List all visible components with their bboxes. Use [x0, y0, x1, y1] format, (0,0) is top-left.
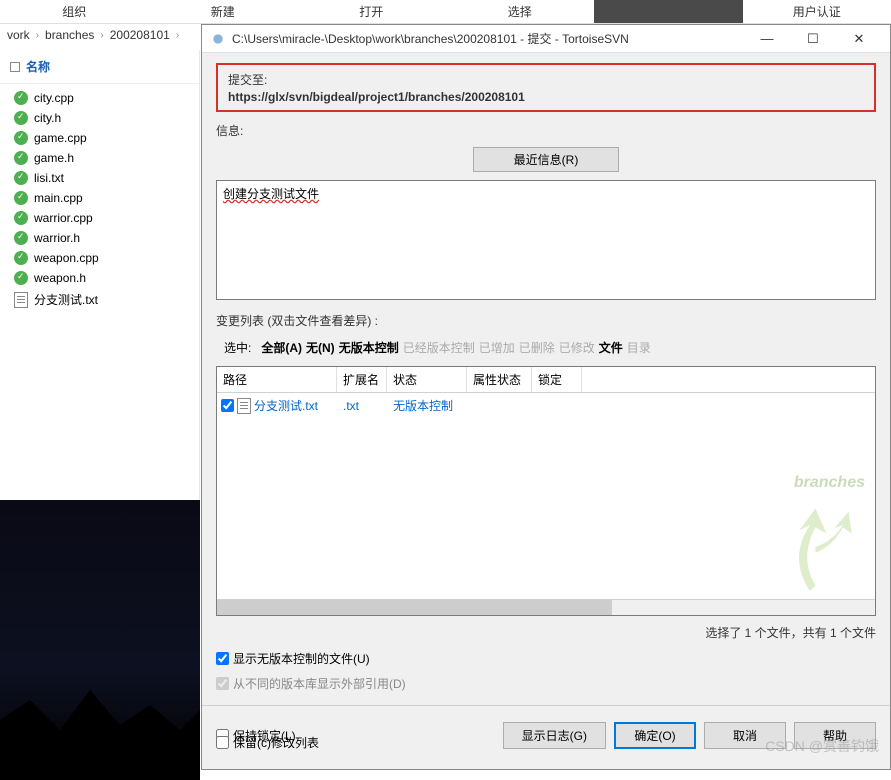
file-item[interactable]: warrior.cpp — [0, 208, 199, 228]
file-name: warrior.cpp — [34, 211, 93, 225]
titlebar[interactable]: C:\Users\miracle-\Desktop\work\branches\… — [202, 25, 890, 53]
file-list: city.cpp city.h game.cpp game.h lisi.txt main… — [0, 84, 199, 315]
filter-files[interactable]: 文件 — [599, 339, 623, 356]
filter-select-label: 选中: — [224, 339, 251, 356]
window-title: C:\Users\miracle-\Desktop\work\branches\… — [232, 30, 744, 47]
close-button[interactable]: ✕ — [836, 25, 882, 53]
file-item[interactable]: game.cpp — [0, 128, 199, 148]
file-icon — [237, 398, 251, 414]
file-name: game.cpp — [34, 131, 87, 145]
bg-tab[interactable]: 选择 — [446, 0, 595, 23]
status-ok-icon — [14, 171, 28, 185]
file-name: 分支测试.txt — [34, 291, 98, 308]
table-header[interactable]: 路径 扩展名 状态 属性状态 锁定 — [217, 367, 875, 393]
col-prop[interactable]: 属性状态 — [467, 367, 532, 392]
file-icon — [14, 292, 28, 308]
cell-path: 分支测试.txt — [254, 397, 318, 414]
recent-messages-button[interactable]: 最近信息(R) — [473, 147, 620, 172]
status-ok-icon — [14, 131, 28, 145]
col-status[interactable]: 状态 — [387, 367, 467, 392]
divider — [202, 705, 890, 706]
preview-pane-image — [0, 500, 200, 780]
status-ok-icon — [14, 111, 28, 125]
row-checkbox[interactable] — [221, 399, 234, 412]
bg-tab[interactable] — [594, 0, 743, 23]
show-unversioned-checkbox[interactable]: 显示无版本控制的文件(U) — [216, 649, 876, 668]
filter-unversioned[interactable]: 无版本控制 — [339, 339, 399, 356]
breadcrumb-item[interactable]: 200208101 — [110, 28, 170, 42]
keep-changelist-checkbox[interactable]: 保留(c)修改列表 — [216, 733, 876, 752]
cell-prop — [467, 404, 532, 408]
file-item[interactable]: weapon.cpp — [0, 248, 199, 268]
commit-dialog: C:\Users\miracle-\Desktop\work\branches\… — [201, 24, 891, 770]
breadcrumb-item[interactable]: vork — [7, 28, 30, 42]
cell-lock — [532, 404, 582, 408]
file-item[interactable]: city.h — [0, 108, 199, 128]
filter-added: 已增加 — [479, 339, 515, 356]
background-toolbar: 组织 新建 打开 选择 用户认证 — [0, 0, 891, 24]
filter-all[interactable]: 全部(A) — [261, 339, 302, 356]
commit-url: https://glx/svn/bigdeal/project1/branche… — [228, 90, 864, 104]
status-ok-icon — [14, 191, 28, 205]
status-ok-icon — [14, 231, 28, 245]
filter-versioned: 已经版本控制 — [403, 339, 475, 356]
file-name: city.h — [34, 111, 61, 125]
commit-to-label: 提交至: — [228, 71, 864, 88]
filter-dirs: 目录 — [627, 339, 651, 356]
file-item[interactable]: lisi.txt — [0, 168, 199, 188]
breadcrumb-item[interactable]: branches — [45, 28, 94, 42]
col-path[interactable]: 路径 — [217, 367, 337, 392]
file-name: main.cpp — [34, 191, 83, 205]
filter-deleted: 已删除 — [519, 339, 555, 356]
cell-status: 无版本控制 — [387, 395, 467, 416]
file-name: city.cpp — [34, 91, 74, 105]
commit-message-input[interactable]: 创建分支测试文件 — [216, 180, 876, 300]
breadcrumb[interactable]: vork › branches › 200208101 › — [0, 24, 186, 46]
file-item[interactable]: game.h — [0, 148, 199, 168]
file-item[interactable]: 分支测试.txt — [0, 288, 199, 311]
selection-summary: 选择了 1 个文件，共有 1 个文件 — [216, 622, 876, 643]
chevron-right-icon: › — [36, 30, 39, 41]
table-body[interactable]: 分支测试.txt .txt无版本控制 — [217, 393, 875, 599]
horizontal-scrollbar[interactable] — [217, 599, 875, 615]
bg-tab[interactable]: 用户认证 — [743, 0, 891, 23]
file-name: weapon.h — [34, 271, 86, 285]
cell-ext: .txt — [337, 397, 387, 415]
info-label: 信息: — [216, 122, 876, 139]
status-ok-icon — [14, 91, 28, 105]
table-row[interactable]: 分支测试.txt .txt无版本控制 — [217, 393, 875, 418]
status-ok-icon — [14, 271, 28, 285]
file-item[interactable]: weapon.h — [0, 268, 199, 288]
maximize-button[interactable]: ☐ — [790, 25, 836, 53]
minimize-button[interactable]: — — [744, 25, 790, 53]
column-header-name[interactable]: 名称 — [0, 50, 199, 84]
file-item[interactable]: main.cpp — [0, 188, 199, 208]
status-ok-icon — [14, 211, 28, 225]
app-icon — [210, 31, 226, 47]
bg-tab[interactable]: 组织 — [0, 0, 149, 23]
filter-none[interactable]: 无(N) — [306, 339, 335, 356]
filter-row: 选中: 全部(A) 无(N) 无版本控制 已经版本控制 已增加 已删除 已修改 … — [216, 335, 876, 360]
file-item[interactable]: warrior.h — [0, 228, 199, 248]
chevron-right-icon: › — [100, 30, 103, 41]
file-name: game.h — [34, 151, 74, 165]
bg-tab[interactable]: 打开 — [297, 0, 446, 23]
status-ok-icon — [14, 151, 28, 165]
status-ok-icon — [14, 251, 28, 265]
chevron-right-icon: › — [176, 30, 179, 41]
file-name: weapon.cpp — [34, 251, 99, 265]
changes-table: 路径 扩展名 状态 属性状态 锁定 分支测试.txt.txt无版本控制 bran… — [216, 366, 876, 616]
commit-to-box: 提交至: https://glx/svn/bigdeal/project1/br… — [216, 63, 876, 112]
show-externals-checkbox: 从不同的版本库显示外部引用(D) — [216, 674, 876, 693]
file-name: lisi.txt — [34, 171, 64, 185]
file-name: warrior.h — [34, 231, 80, 245]
filter-modified: 已修改 — [559, 339, 595, 356]
col-ext[interactable]: 扩展名 — [337, 367, 387, 392]
bg-tab[interactable]: 新建 — [149, 0, 298, 23]
file-item[interactable]: city.cpp — [0, 88, 199, 108]
col-lock[interactable]: 锁定 — [532, 367, 582, 392]
changes-header: 变更列表 (双击文件查看差异) : — [216, 312, 876, 329]
